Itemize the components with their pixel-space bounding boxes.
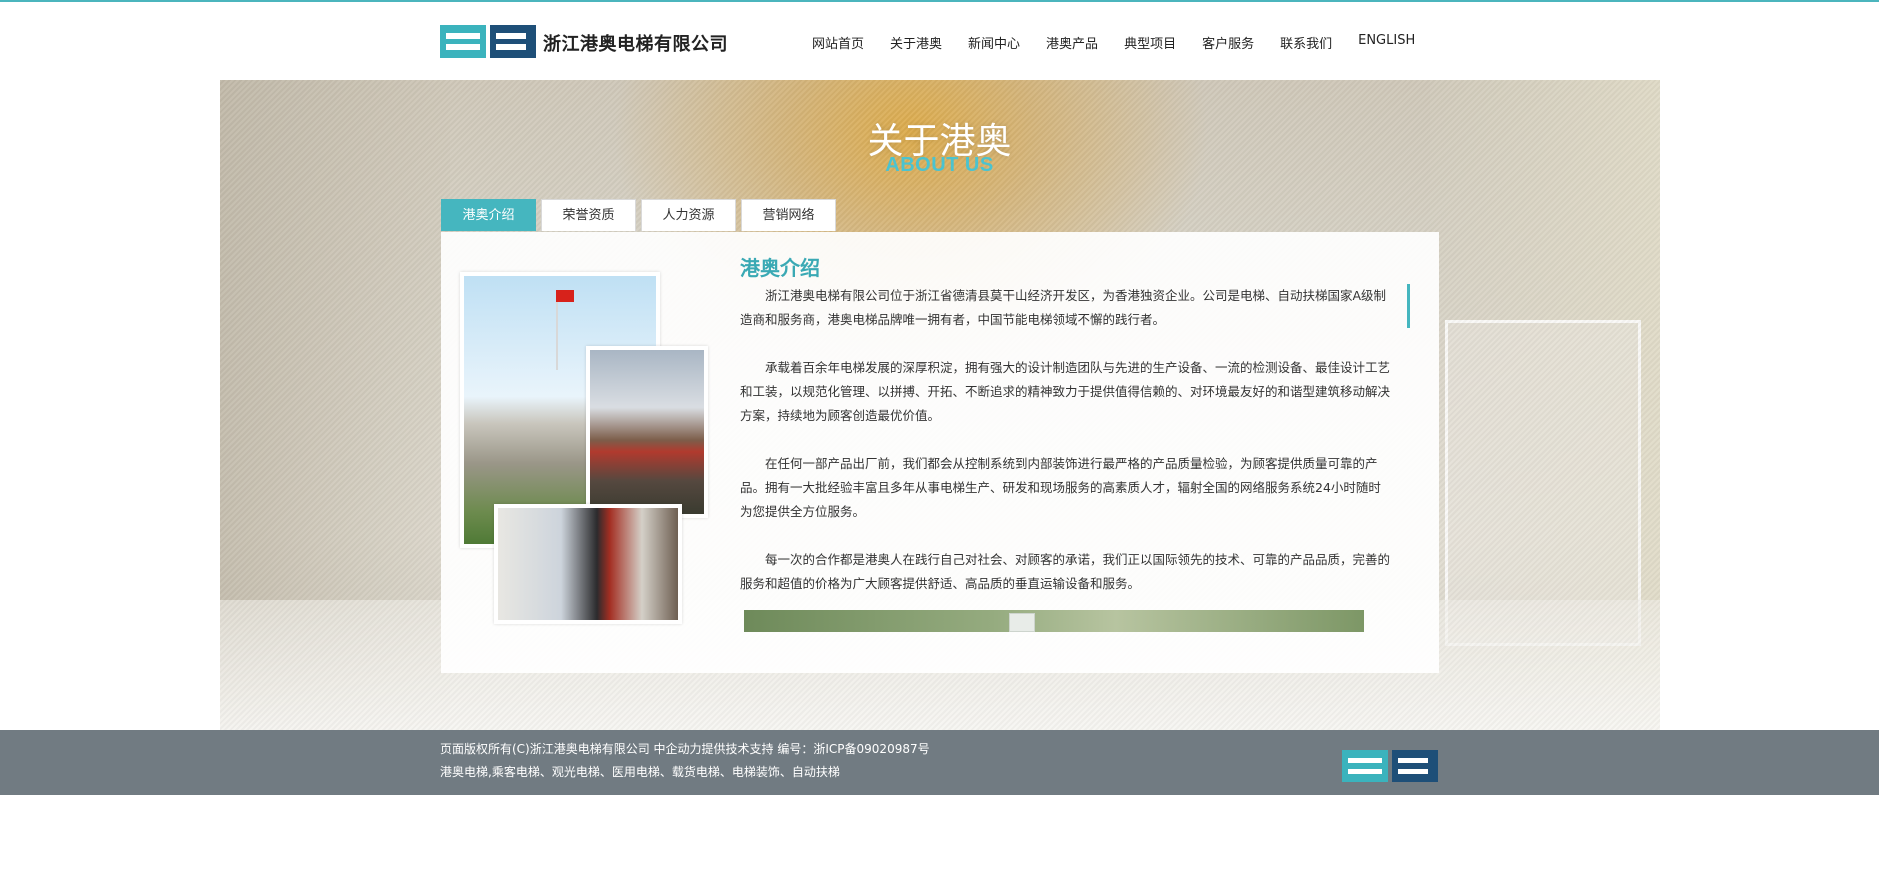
- intro-text: 浙江港奥电梯有限公司位于浙江省德清县莫干山经济开发区，为香港独资企业。公司是电梯…: [740, 284, 1390, 620]
- tab-hr[interactable]: 人力资源: [641, 199, 736, 231]
- nav-about[interactable]: 关于港奥: [890, 33, 942, 52]
- company-name: 浙江港奥电梯有限公司: [543, 34, 728, 55]
- nav-english[interactable]: ENGLISH: [1358, 33, 1415, 52]
- tab-intro[interactable]: 港奥介绍: [441, 199, 536, 231]
- nav-service[interactable]: 客户服务: [1202, 33, 1254, 52]
- about-tabs: 港奥介绍 荣誉资质 人力资源 营销网络: [441, 199, 841, 231]
- nav-contact[interactable]: 联系我们: [1280, 33, 1332, 52]
- company-photo-collage: [460, 272, 708, 624]
- content-heading: 港奥介绍: [740, 256, 820, 280]
- strip-image-detail: [1009, 613, 1035, 632]
- main-nav: 网站首页 关于港奥 新闻中心 港奥产品 典型项目 客户服务 联系我们 ENGLI…: [812, 33, 1415, 52]
- content-scrollbar[interactable]: [1407, 284, 1410, 328]
- intro-paragraph: 浙江港奥电梯有限公司位于浙江省德清县莫干山经济开发区，为香港独资企业。公司是电梯…: [740, 288, 1387, 327]
- photo-building-entrance: [586, 346, 708, 518]
- tab-honors[interactable]: 荣誉资质: [541, 199, 636, 231]
- footer-copyright: 页面版权所有(C)浙江港奥电梯有限公司 中企动力提供技术支持 编号：浙ICP备0…: [440, 742, 930, 756]
- intro-paragraph: 在任何一部产品出厂前，我们都会从控制系统到内部装饰进行最严格的产品质量检验，为顾…: [740, 456, 1381, 519]
- intro-paragraph: 承载着百余年电梯发展的深厚积淀，拥有强大的设计制造团队与先进的生产设备、一流的检…: [740, 360, 1391, 423]
- footer-logo: [1342, 750, 1438, 782]
- footer-keywords: 港奥电梯,乘客电梯、观光电梯、医用电梯、载货电梯、电梯装饰、自动扶梯: [440, 765, 840, 779]
- flag-icon: [556, 290, 574, 302]
- flagpole: [556, 290, 558, 370]
- tab-network[interactable]: 营销网络: [741, 199, 836, 231]
- nav-projects[interactable]: 典型项目: [1124, 33, 1176, 52]
- nav-home[interactable]: 网站首页: [812, 33, 864, 52]
- company-logo[interactable]: [440, 25, 536, 58]
- nav-news[interactable]: 新闻中心: [968, 33, 1020, 52]
- intro-paragraph: 每一次的合作都是港奥人在践行自己对社会、对顾客的承诺，我们正以国际领先的技术、可…: [740, 552, 1391, 591]
- site-footer: 页面版权所有(C)浙江港奥电梯有限公司 中企动力提供技术支持 编号：浙ICP备0…: [0, 730, 1879, 795]
- section-subtitle: ABOUT US: [885, 154, 994, 176]
- content-image-strip: [744, 610, 1364, 632]
- photo-lobby-interior: [494, 504, 682, 624]
- site-header: 浙江港奥电梯有限公司 网站首页 关于港奥 新闻中心 港奥产品 典型项目 客户服务…: [0, 2, 1879, 80]
- nav-products[interactable]: 港奥产品: [1046, 33, 1098, 52]
